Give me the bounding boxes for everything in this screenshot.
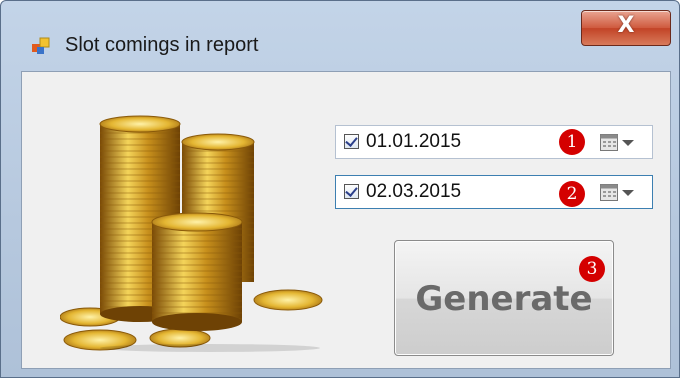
app-window: Slot comings in report X 01.01.2015 1 02… [0, 0, 680, 378]
generate-button[interactable]: Generate [394, 240, 614, 356]
window-title: Slot comings in report [65, 34, 259, 56]
calendar-icon[interactable] [600, 134, 618, 151]
close-button[interactable]: X [581, 10, 671, 46]
app-window-icon [32, 37, 50, 54]
title-bar[interactable]: Slot comings in report X [1, 1, 679, 71]
start-date-value[interactable]: 01.01.2015 [366, 131, 461, 153]
gold-coins-illustration [60, 115, 323, 352]
start-date-picker[interactable]: 01.01.2015 [335, 125, 653, 159]
generate-button-label: Generate [415, 279, 593, 319]
end-date-checkbox[interactable] [344, 184, 359, 199]
annotation-badge-2: 2 [559, 181, 585, 207]
client-area: 01.01.2015 1 02.03.2015 2 Generate 3 [21, 71, 671, 369]
close-icon: X [617, 13, 635, 38]
end-date-picker[interactable]: 02.03.2015 [335, 175, 653, 209]
end-date-value[interactable]: 02.03.2015 [366, 181, 461, 203]
annotation-badge-3: 3 [579, 256, 605, 282]
start-date-checkbox[interactable] [344, 134, 359, 149]
annotation-badge-1: 1 [559, 129, 585, 155]
calendar-icon[interactable] [600, 184, 618, 201]
chevron-down-icon[interactable] [622, 140, 634, 146]
chevron-down-icon[interactable] [622, 190, 634, 196]
